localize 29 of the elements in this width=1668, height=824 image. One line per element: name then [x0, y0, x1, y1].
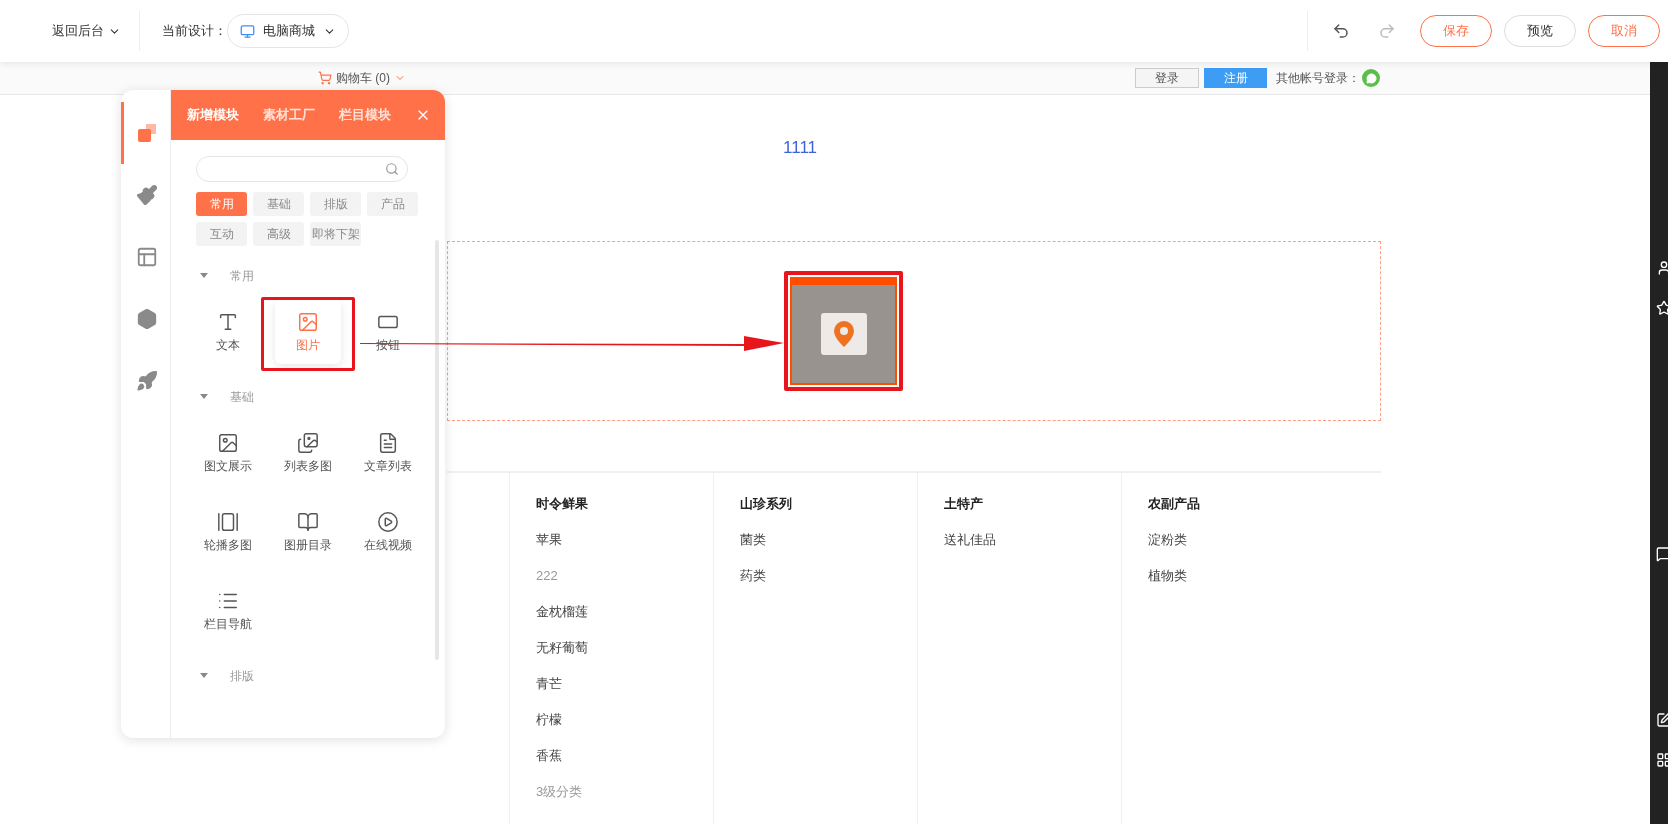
- category-link[interactable]: 柠檬: [536, 711, 713, 729]
- category-link[interactable]: 苹果: [536, 531, 713, 549]
- page-title: 1111: [783, 137, 818, 160]
- category-link[interactable]: 香蕉: [536, 747, 713, 765]
- module-item[interactable]: 轮播多图: [195, 500, 261, 564]
- cart-link[interactable]: 购物车 (0): [318, 69, 406, 87]
- category-link[interactable]: 植物类: [1148, 567, 1325, 585]
- module-item[interactable]: 栏目导航: [195, 579, 261, 643]
- module-item[interactable]: 文本: [195, 300, 261, 364]
- category-heading[interactable]: 时令鲜果: [536, 495, 713, 513]
- module-item[interactable]: 图文展示: [195, 421, 261, 485]
- category-link[interactable]: 淀粉类: [1148, 531, 1325, 549]
- design-label: 当前设计：: [162, 22, 227, 41]
- module-item[interactable]: 列表多图: [275, 421, 341, 485]
- login-button[interactable]: 登录: [1135, 68, 1199, 88]
- category-link[interactable]: 药类: [740, 567, 917, 585]
- module-item[interactable]: 图册目录: [275, 500, 341, 564]
- category-link[interactable]: 无籽葡萄: [536, 639, 713, 657]
- category-link[interactable]: 菌类: [740, 531, 917, 549]
- category-link[interactable]: 金枕榴莲: [536, 603, 713, 621]
- module-item[interactable]: 文章列表: [355, 421, 421, 485]
- other-login-label: 其他帐号登录：: [1276, 70, 1360, 87]
- category-link[interactable]: 送礼佳品: [944, 531, 1121, 549]
- category-heading[interactable]: 土特产: [944, 495, 1121, 513]
- category-heading[interactable]: 农副产品: [1148, 495, 1325, 513]
- back-dropdown[interactable]: 返回后台: [52, 21, 121, 41]
- category-heading[interactable]: 山珍系列: [740, 495, 917, 513]
- category-link[interactable]: 青芒: [536, 675, 713, 693]
- module-item[interactable]: 在线视频: [355, 500, 421, 564]
